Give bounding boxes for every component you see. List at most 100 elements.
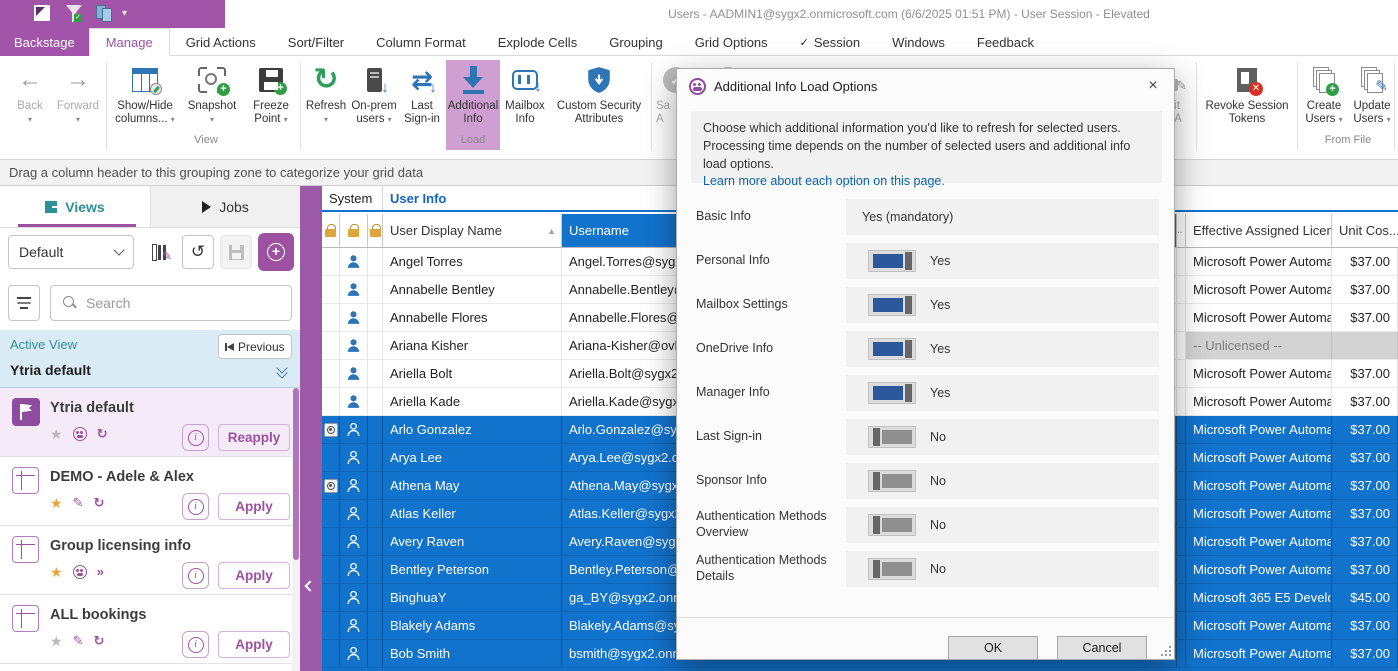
- ribbon-tab-feedback[interactable]: Feedback: [961, 28, 1050, 56]
- view-apply-button[interactable]: Apply: [218, 631, 290, 658]
- view-reapply-button[interactable]: Reapply: [218, 424, 290, 451]
- ribbon-tab-grid-options[interactable]: Grid Options: [679, 28, 784, 56]
- view-apply-button[interactable]: Apply: [218, 493, 290, 520]
- ribbon-tab-session[interactable]: ✓Session: [784, 28, 876, 56]
- grid-cell: $37.00: [1332, 612, 1398, 640]
- favorite-star-icon[interactable]: ★: [50, 496, 63, 510]
- ribbon-tab-grouping[interactable]: Grouping: [593, 28, 678, 56]
- revoke-session-tokens-button[interactable]: ✕ Revoke SessionTokens: [1200, 60, 1294, 150]
- grid-cell: [1177, 332, 1186, 360]
- user-license: Microsoft Power Automat: [1186, 366, 1332, 381]
- refresh-button[interactable]: ↻ Refresh▾: [304, 60, 348, 150]
- toggle-yes-switch[interactable]: [868, 338, 916, 360]
- ribbon-tab-windows[interactable]: Windows: [876, 28, 961, 56]
- user-unit-cost: $37.00: [1350, 394, 1397, 409]
- rename-view-button[interactable]: ✎: [144, 235, 176, 269]
- view-info-button[interactable]: i: [182, 493, 209, 520]
- view-info-button[interactable]: i: [182, 424, 209, 451]
- grid-cell: [340, 584, 368, 612]
- search-input[interactable]: Search: [50, 285, 292, 321]
- toggle-no-switch[interactable]: [868, 470, 916, 492]
- ribbon-tab-explode-cells[interactable]: Explode Cells: [482, 28, 594, 56]
- option-label: Sponsor Info: [696, 463, 841, 499]
- column-header-lock-3[interactable]: [368, 214, 383, 247]
- favorite-star-icon[interactable]: ★: [50, 634, 63, 648]
- ribbon-tab-sort-filter[interactable]: Sort/Filter: [272, 28, 360, 56]
- ribbon-tab-backstage[interactable]: Backstage: [0, 28, 89, 56]
- view-list-item[interactable]: Ytria default★↻iReapply: [0, 388, 292, 457]
- ribbon-tab-column-format[interactable]: Column Format: [360, 28, 482, 56]
- dialog-close-button[interactable]: ×: [1144, 77, 1162, 95]
- view-apply-button[interactable]: Apply: [218, 562, 290, 589]
- ok-button[interactable]: OK: [948, 636, 1038, 660]
- save-view-button[interactable]: [220, 235, 252, 269]
- column-header-license[interactable]: Effective Assigned Licen...: [1186, 214, 1332, 247]
- option-control: Yes (mandatory): [846, 199, 1159, 235]
- back-button[interactable]: ← Back▾: [8, 60, 52, 150]
- column-header-lock-1[interactable]: [322, 214, 340, 247]
- forward-button[interactable]: → Forward▾: [54, 60, 102, 150]
- person-icon: [345, 393, 362, 410]
- column-header-display-name[interactable]: User Display Name▲: [383, 214, 562, 247]
- grid-cell: [340, 640, 368, 668]
- grid-cell: Angel Torres: [383, 248, 562, 276]
- onprem-users-button[interactable]: ↓ On-premusers ▾: [350, 60, 398, 150]
- view-list: Ytria default★↻iReapplyDEMO - Adele & Al…: [0, 388, 292, 671]
- grid-cell: [368, 388, 383, 416]
- view-list-item[interactable]: [0, 664, 292, 671]
- column-header-dots[interactable]: ..: [1177, 214, 1186, 247]
- ribbon-tab-manage[interactable]: Manage: [89, 28, 170, 56]
- view-info-button[interactable]: i: [182, 562, 209, 589]
- view-list-item[interactable]: Group licensing info★»iApply: [0, 526, 292, 595]
- ribbon-tab-grid-actions[interactable]: Grid Actions: [170, 28, 272, 56]
- option-control: Yes: [846, 287, 1159, 323]
- option-value: Yes: [930, 342, 950, 356]
- person-icon: [345, 617, 362, 634]
- column-header-unit-cost[interactable]: Unit Cos...: [1332, 214, 1398, 247]
- previous-view-button[interactable]: Previous: [218, 334, 292, 359]
- favorite-star-icon[interactable]: ★: [50, 427, 63, 441]
- mailbox-info-button[interactable]: ↓ MailboxInfo: [502, 60, 548, 150]
- toggle-yes-switch[interactable]: [868, 294, 916, 316]
- toggle-no-switch[interactable]: [868, 514, 916, 536]
- dialog-footer-separator: [677, 617, 1174, 618]
- add-view-button[interactable]: +: [258, 233, 294, 271]
- toggle-no-switch[interactable]: [868, 426, 916, 448]
- scrollbar-thumb[interactable]: [293, 388, 299, 560]
- grid-cell: [368, 556, 383, 584]
- resize-grip[interactable]: [1161, 646, 1171, 656]
- user-display-name: Ariella Kade: [383, 394, 460, 409]
- undo-button[interactable]: ↺: [182, 235, 214, 269]
- grid-cell: $37.00: [1332, 500, 1398, 528]
- cancel-button[interactable]: Cancel: [1057, 636, 1147, 660]
- view-list-item[interactable]: DEMO - Adele & Alex★✎↻iApply: [0, 457, 292, 526]
- group-header-system[interactable]: System: [322, 186, 383, 210]
- learn-more-link[interactable]: Learn more about each option on this pag…: [703, 174, 945, 188]
- toggle-bar: [882, 430, 912, 444]
- dialog-title-bar[interactable]: Additional Info Load Options: [677, 69, 1174, 103]
- view-selector-dropdown[interactable]: Default: [8, 235, 134, 269]
- view-info-button[interactable]: i: [182, 631, 209, 658]
- lock-icon: [325, 224, 336, 237]
- tab-jobs[interactable]: Jobs: [150, 186, 300, 227]
- last-signin-button[interactable]: ⇄↓ LastSign-in: [400, 60, 444, 150]
- toggle-no-switch[interactable]: [868, 558, 916, 580]
- user-license: Microsoft Power Automat: [1186, 646, 1332, 661]
- grid-cell: Avery Raven: [383, 528, 562, 556]
- dialog-option-row: Basic InfoYes (mandatory): [677, 199, 1176, 235]
- toggle-yes-switch[interactable]: [868, 382, 916, 404]
- favorite-star-icon[interactable]: ★: [50, 565, 63, 579]
- view-item-title: Group licensing info: [50, 538, 191, 554]
- view-list-item[interactable]: ALL bookings★✎↻iApply: [0, 595, 292, 664]
- collapse-chevrons-icon[interactable]: [278, 364, 288, 376]
- grid-cell: Microsoft Power Automat: [1186, 472, 1332, 500]
- filter-views-button[interactable]: [8, 285, 40, 321]
- qat-dropdown-icon[interactable]: ▾: [122, 8, 127, 19]
- custom-security-attributes-button[interactable]: Custom SecurityAttributes: [550, 60, 648, 150]
- app-icon[interactable]: [34, 5, 50, 21]
- column-header-lock-2[interactable]: [340, 214, 368, 247]
- sidebar-scrollbar[interactable]: [292, 388, 300, 671]
- tab-views[interactable]: Views: [0, 186, 150, 227]
- toggle-yes-switch[interactable]: [868, 250, 916, 272]
- sidebar-collapse-strip[interactable]: [300, 186, 322, 671]
